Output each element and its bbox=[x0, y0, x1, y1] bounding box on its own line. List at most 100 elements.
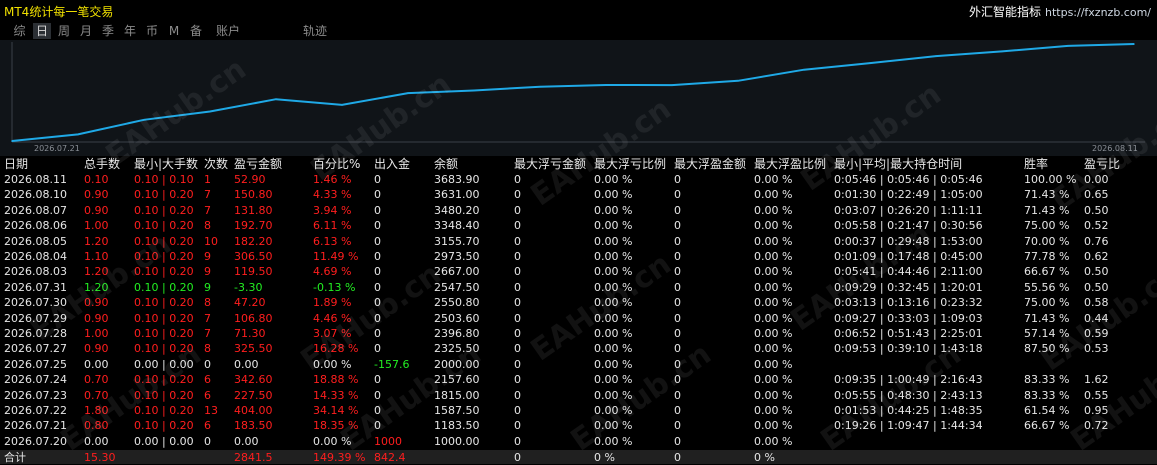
cell-rr: 0.50 bbox=[1084, 280, 1109, 294]
cell-fp_amt: 0 bbox=[674, 357, 681, 371]
cell-pct: -0.13 % bbox=[313, 280, 356, 294]
table-row[interactable]: 2026.07.30 0.90 0.10 | 0.20 8 47.20 1.89 % 0 25… bbox=[0, 295, 1157, 310]
tab-1[interactable]: 日 bbox=[33, 23, 51, 39]
cell-count: 13 bbox=[204, 404, 218, 417]
cell-balance: 2325.50 bbox=[434, 342, 480, 356]
cell-date: 2026.07.22 bbox=[4, 404, 67, 417]
cell-date: 2026.07.25 bbox=[4, 357, 67, 371]
column-header: 日期 bbox=[4, 157, 29, 171]
tab-5[interactable]: 年 bbox=[121, 23, 139, 39]
cell-date: 2026.08.05 bbox=[4, 234, 67, 248]
cell-pct: 11.49 % bbox=[313, 250, 359, 263]
tab-8[interactable]: 备 bbox=[187, 23, 205, 39]
table-row[interactable]: 2026.07.23 0.70 0.10 | 0.20 6 227.50 14.33 % 0… bbox=[0, 388, 1157, 403]
table-row[interactable]: 2026.08.03 1.20 0.10 | 0.20 9 119.50 4.69 % 0 2… bbox=[0, 264, 1157, 279]
cell-minmax: 0.10 | 0.20 bbox=[134, 388, 194, 402]
column-header: 盈亏金额 bbox=[234, 157, 283, 171]
cell-fl_pct: 0.00 % bbox=[594, 311, 633, 325]
cell-count: 6 bbox=[204, 419, 211, 433]
cell-balance: 2396.80 bbox=[434, 327, 480, 340]
tab-0[interactable]: 综 bbox=[10, 23, 29, 39]
tab-2[interactable]: 周 bbox=[55, 23, 73, 39]
cell-minmax: 0.10 | 0.20 bbox=[134, 234, 194, 248]
table-row[interactable]: 2026.07.31 1.20 0.10 | 0.20 9 -3.30 -0.13 % 0 2… bbox=[0, 280, 1157, 295]
cell-win: 100.00 % bbox=[1024, 173, 1077, 186]
total-fp-pct: 0 % bbox=[754, 451, 775, 465]
cell-fl_amt: 0 bbox=[514, 203, 521, 217]
cell-minmax: 0.00 | 0.00 bbox=[134, 357, 194, 371]
cell-minmax: 0.00 | 0.00 bbox=[134, 434, 194, 448]
cell-date: 2026.08.06 bbox=[4, 219, 67, 233]
cell-time: 0:05:58 | 0:21:47 | 0:30:56 bbox=[834, 219, 983, 233]
table-row[interactable]: 2026.08.11 0.10 0.10 | 0.10 1 52.90 1.46 % 0 36… bbox=[0, 172, 1157, 187]
cell-rr: 0.52 bbox=[1084, 219, 1109, 233]
cell-balance: 3683.90 bbox=[434, 173, 480, 186]
cell-fp_pct: 0.00 % bbox=[754, 434, 793, 448]
cell-pnl: 183.50 bbox=[234, 419, 273, 433]
cell-win: 83.33 % bbox=[1024, 388, 1070, 402]
table-row[interactable]: 2026.07.21 0.80 0.10 | 0.20 6 183.50 18.35 % 0… bbox=[0, 418, 1157, 433]
cell-pct: 6.11 % bbox=[313, 219, 352, 233]
cell-minmax: 0.10 | 0.20 bbox=[134, 327, 194, 340]
cell-time: 0:09:27 | 0:33:03 | 1:09:03 bbox=[834, 311, 983, 325]
tab-4[interactable]: 季 bbox=[99, 23, 117, 39]
cell-time: 0:01:53 | 0:44:25 | 1:48:35 bbox=[834, 404, 983, 417]
tab-3[interactable]: 月 bbox=[77, 23, 95, 39]
cell-time: 0:09:35 | 1:00:49 | 2:16:43 bbox=[834, 373, 983, 387]
cell-pnl: 404.00 bbox=[234, 404, 273, 417]
cell-pct: 18.88 % bbox=[313, 373, 359, 387]
tab-6[interactable]: 币 bbox=[143, 23, 161, 39]
cell-balance: 1183.50 bbox=[434, 419, 480, 433]
title-bar: MT4统计每一笔交易 外汇智能指标 https://fxznzb.com/ bbox=[0, 0, 1157, 20]
cell-lots: 1.20 bbox=[84, 234, 109, 248]
cell-fl_pct: 0.00 % bbox=[594, 280, 633, 294]
table-row[interactable]: 2026.07.22 1.80 0.10 | 0.20 13 404.00 34.14 %… bbox=[0, 403, 1157, 418]
cell-time: 0:03:13 | 0:13:16 | 0:23:32 bbox=[834, 296, 983, 310]
cell-count: 9 bbox=[204, 250, 211, 263]
balance-point bbox=[869, 62, 871, 64]
cell-pct: 4.33 % bbox=[313, 188, 352, 202]
tab-9[interactable]: 账户 bbox=[211, 23, 245, 39]
tab-7[interactable]: M bbox=[167, 23, 181, 39]
cell-fp_amt: 0 bbox=[674, 434, 681, 448]
table-row[interactable]: 2026.08.04 1.10 0.10 | 0.20 9 306.50 11.49 % 0… bbox=[0, 249, 1157, 264]
cell-count: 9 bbox=[204, 265, 211, 279]
tab-10[interactable]: 轨迹 bbox=[298, 23, 332, 39]
cell-pnl: 0.00 bbox=[234, 357, 259, 371]
table-row[interactable]: 2026.08.06 1.00 0.10 | 0.20 8 192.70 6.11 % 0 3… bbox=[0, 218, 1157, 233]
table-row[interactable]: 2026.07.28 1.00 0.10 | 0.20 7 71.30 3.07 % 0 23… bbox=[0, 326, 1157, 341]
cell-fp_amt: 0 bbox=[674, 188, 681, 202]
cell-lots: 1.80 bbox=[84, 404, 109, 417]
total-fl-amt: 0 bbox=[514, 451, 521, 465]
cell-fp_pct: 0.00 % bbox=[754, 419, 793, 433]
table-row[interactable]: 2026.07.20 0.00 0.00 | 0.00 0 0.00 0.00 % 1000… bbox=[0, 434, 1157, 449]
balance-point bbox=[803, 68, 805, 71]
cell-fl_amt: 0 bbox=[514, 342, 521, 356]
cell-balance: 2550.80 bbox=[434, 296, 480, 310]
cell-date: 2026.07.29 bbox=[4, 311, 67, 325]
cell-minmax: 0.10 | 0.20 bbox=[134, 373, 194, 387]
cell-lots: 1.00 bbox=[84, 327, 109, 340]
table-row[interactable]: 2026.07.24 0.70 0.10 | 0.20 6 342.60 18.88 % 0… bbox=[0, 372, 1157, 387]
cell-minmax: 0.10 | 0.20 bbox=[134, 203, 194, 217]
table-row[interactable]: 2026.07.25 0.00 0.00 | 0.00 0 0.00 0.00 % -157… bbox=[0, 357, 1157, 372]
cell-count: 6 bbox=[204, 388, 211, 402]
table-row[interactable]: 2026.08.10 0.90 0.10 | 0.20 7 150.80 4.33 % 0 3… bbox=[0, 187, 1157, 202]
cell-fl_pct: 0.00 % bbox=[594, 265, 633, 279]
cell-date: 2026.07.24 bbox=[4, 373, 67, 387]
table-row[interactable]: 2026.08.07 0.90 0.10 | 0.20 7 131.80 3.94 % 0 3… bbox=[0, 203, 1157, 218]
cell-lots: 1.20 bbox=[84, 280, 109, 294]
cell-lots: 0.90 bbox=[84, 203, 109, 217]
table-row[interactable]: 2026.07.27 0.90 0.10 | 0.20 8 325.50 16.28 % 0… bbox=[0, 341, 1157, 356]
cell-date: 2026.07.27 bbox=[4, 342, 67, 356]
cell-time: 0:05:46 | 0:05:46 | 0:05:46 bbox=[834, 173, 983, 186]
balance-point bbox=[473, 89, 475, 92]
cell-fp_pct: 0.00 % bbox=[754, 373, 793, 387]
table-row[interactable]: 2026.07.29 0.90 0.10 | 0.20 7 106.80 4.46 % 0 2… bbox=[0, 311, 1157, 326]
cell-fp_pct: 0.00 % bbox=[754, 357, 793, 371]
balance-point bbox=[1001, 50, 1003, 53]
brand-url[interactable]: https://fxznzb.com/ bbox=[1045, 6, 1151, 19]
cell-fl_pct: 0.00 % bbox=[594, 388, 633, 402]
total-row: 合计 15.30 2841.5 149.39 % 842.4 0 0 % 0 0 % bbox=[0, 450, 1157, 465]
table-row[interactable]: 2026.08.05 1.20 0.10 | 0.20 10 182.20 6.13 % 0… bbox=[0, 234, 1157, 249]
